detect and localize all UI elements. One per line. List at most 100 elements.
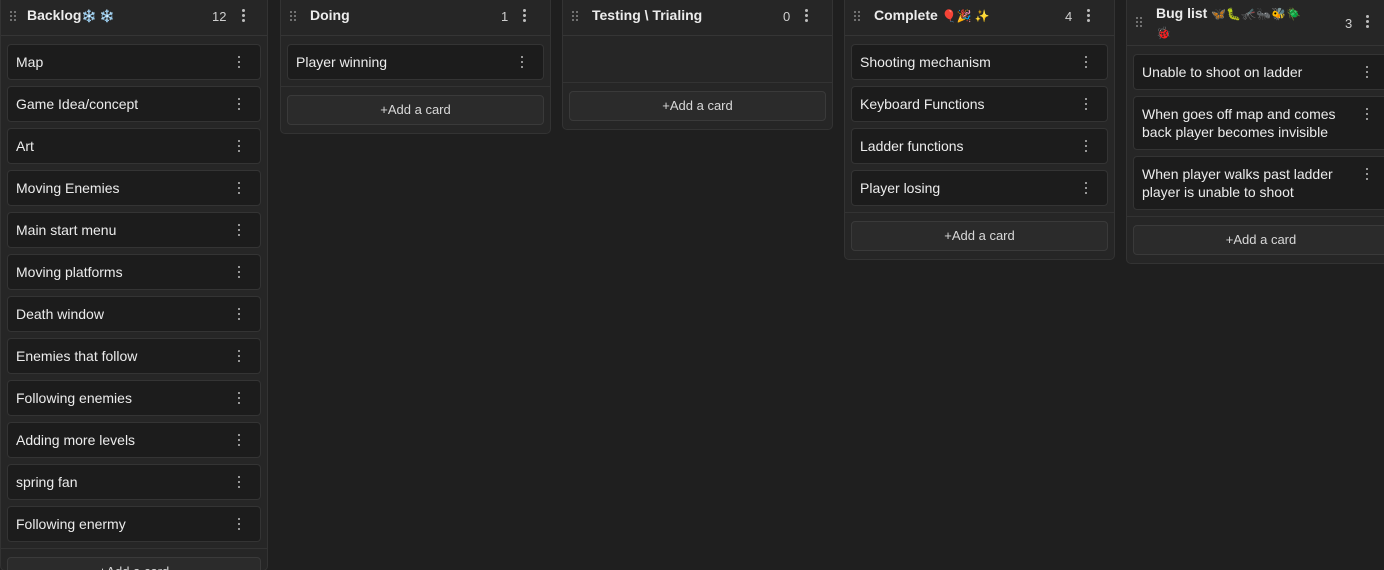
card[interactable]: Ladder functions	[851, 128, 1108, 164]
column-title[interactable]: Doing	[310, 7, 350, 23]
card-list	[563, 36, 832, 82]
column-title[interactable]: Testing \ Trialing	[592, 7, 702, 23]
card[interactable]: When player walks past ladder player is …	[1133, 156, 1384, 210]
card-menu-icon[interactable]	[235, 307, 244, 322]
card[interactable]: Art	[7, 128, 261, 164]
card-title: When player walks past ladder player is …	[1142, 166, 1333, 200]
card-menu-icon[interactable]	[235, 139, 244, 154]
card-menu-icon[interactable]	[1082, 55, 1091, 70]
column-title[interactable]: Complete 🎈🎉 ✨	[874, 7, 990, 23]
card-menu-icon[interactable]	[235, 433, 244, 448]
column-menu-icon[interactable]	[520, 7, 530, 25]
card-title: Art	[16, 138, 34, 154]
card-title: Keyboard Functions	[860, 96, 985, 112]
card-title: Following enermy	[16, 516, 126, 532]
card-title: Game Idea/concept	[16, 96, 139, 112]
card-menu-icon[interactable]	[1082, 97, 1091, 112]
card[interactable]: Unable to shoot on ladder	[1133, 54, 1384, 90]
add-card-button[interactable]: +Add a card	[569, 91, 826, 121]
column-complete: Complete 🎈🎉 ✨ 4 Shooting mechanism Keybo…	[844, 0, 1115, 260]
card[interactable]: Following enermy	[7, 506, 261, 542]
drag-handle-icon[interactable]	[1136, 17, 1143, 28]
column-footer: +Add a card	[1, 548, 267, 570]
card-menu-icon[interactable]	[235, 265, 244, 280]
card-menu-icon[interactable]	[518, 55, 527, 70]
card-menu-icon[interactable]	[235, 223, 244, 238]
card-title: Moving platforms	[16, 264, 123, 280]
card-title: Player losing	[860, 180, 941, 196]
drag-handle-icon[interactable]	[854, 11, 861, 22]
card-menu-icon[interactable]	[235, 475, 244, 490]
column-footer: +Add a card	[281, 86, 550, 133]
card[interactable]: Shooting mechanism	[851, 44, 1108, 80]
card-menu-icon[interactable]	[1363, 65, 1372, 80]
card-title: Moving Enemies	[16, 180, 120, 196]
card-list: Map Game Idea/concept Art Moving Enemies…	[1, 36, 267, 542]
column-header: Backlog❄️ ❄️ 12	[1, 0, 267, 36]
column-header: Bug list 🦋🐛🦟🐜🐝🪲 🐞 3	[1127, 0, 1384, 46]
card[interactable]: spring fan	[7, 464, 261, 500]
card-menu-icon[interactable]	[235, 391, 244, 406]
column-header: Complete 🎈🎉 ✨ 4	[845, 0, 1114, 36]
column-header: Testing \ Trialing 0	[563, 0, 832, 36]
drag-handle-icon[interactable]	[572, 11, 579, 22]
card-list: Shooting mechanism Keyboard Functions La…	[845, 36, 1114, 206]
card[interactable]: Following enemies	[7, 380, 261, 416]
column-footer: +Add a card	[1127, 216, 1384, 263]
card-title: Following enemies	[16, 390, 132, 406]
card-title: Main start menu	[16, 222, 117, 238]
card-title: spring fan	[16, 474, 78, 490]
card[interactable]: Moving platforms	[7, 254, 261, 290]
card-title: Ladder functions	[860, 138, 964, 154]
card[interactable]: Player winning	[287, 44, 544, 80]
card-menu-icon[interactable]	[235, 181, 244, 196]
add-card-button[interactable]: +Add a card	[287, 95, 544, 125]
card[interactable]: Moving Enemies	[7, 170, 261, 206]
column-menu-icon[interactable]	[1363, 13, 1373, 31]
column-menu-icon[interactable]	[802, 7, 812, 25]
card-menu-icon[interactable]	[1363, 107, 1372, 122]
card-title: Player winning	[296, 54, 388, 70]
card-title: Death window	[16, 306, 104, 322]
card[interactable]: Main start menu	[7, 212, 261, 248]
card[interactable]: Death window	[7, 296, 261, 332]
card-title: Map	[16, 54, 44, 70]
kanban-board: Backlog❄️ ❄️ 12 Map Game Idea/concept Ar…	[0, 0, 1384, 570]
card[interactable]: Map	[7, 44, 261, 80]
card-menu-icon[interactable]	[235, 97, 244, 112]
column-title[interactable]: Backlog❄️ ❄️	[27, 7, 115, 23]
drag-handle-icon[interactable]	[290, 11, 297, 22]
card[interactable]: Game Idea/concept	[7, 86, 261, 122]
column-header: Doing 1	[281, 0, 550, 36]
column-backlog: Backlog❄️ ❄️ 12 Map Game Idea/concept Ar…	[0, 0, 268, 570]
card-title: Unable to shoot on ladder	[1142, 64, 1303, 80]
card[interactable]: Player losing	[851, 170, 1108, 206]
column-testing: Testing \ Trialing 0 +Add a card	[562, 0, 833, 130]
card-menu-icon[interactable]	[235, 517, 244, 532]
card-count: 0	[783, 9, 791, 24]
card-title: Enemies that follow	[16, 348, 138, 364]
add-card-button[interactable]: +Add a card	[7, 557, 261, 570]
drag-handle-icon[interactable]	[10, 11, 17, 22]
add-card-button[interactable]: +Add a card	[1133, 225, 1384, 255]
card-menu-icon[interactable]	[235, 349, 244, 364]
card-menu-icon[interactable]	[235, 55, 244, 70]
add-card-button[interactable]: +Add a card	[851, 221, 1108, 251]
card-count: 3	[1345, 16, 1353, 31]
card-title: When goes off map and comes back player …	[1142, 106, 1336, 140]
column-bug-list: Bug list 🦋🐛🦟🐜🐝🪲 🐞 3 Unable to shoot on l…	[1126, 0, 1384, 264]
card[interactable]: When goes off map and comes back player …	[1133, 96, 1384, 150]
card[interactable]: Keyboard Functions	[851, 86, 1108, 122]
card-menu-icon[interactable]	[1082, 139, 1091, 154]
card-menu-icon[interactable]	[1363, 167, 1372, 182]
card[interactable]: Enemies that follow	[7, 338, 261, 374]
card-list: Player winning	[281, 36, 550, 80]
card-title: Adding more levels	[16, 432, 136, 448]
column-menu-icon[interactable]	[1084, 7, 1094, 25]
column-footer: +Add a card	[845, 212, 1114, 259]
card[interactable]: Adding more levels	[7, 422, 261, 458]
column-menu-icon[interactable]	[239, 7, 249, 25]
card-count: 4	[1065, 9, 1073, 24]
column-title[interactable]: Bug list 🦋🐛🦟🐜🐝🪲 🐞	[1156, 4, 1306, 42]
card-menu-icon[interactable]	[1082, 181, 1091, 196]
